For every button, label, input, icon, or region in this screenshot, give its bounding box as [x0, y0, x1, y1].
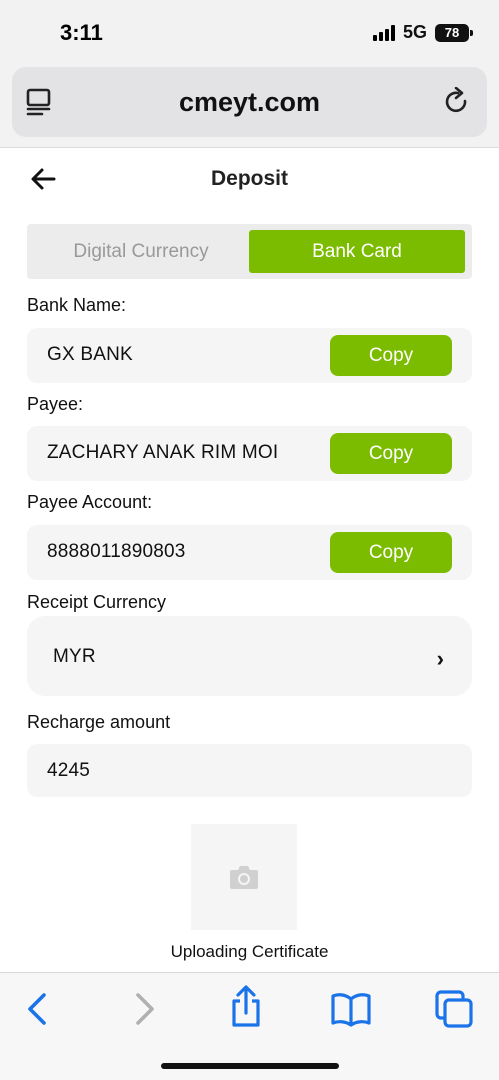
tab-digital-currency[interactable]: Digital Currency: [33, 230, 249, 273]
browser-forward-icon[interactable]: [124, 989, 164, 1029]
bookmarks-icon[interactable]: [330, 989, 372, 1029]
payee-field: ZACHARY ANAK RIM MOI Copy: [27, 426, 472, 481]
bank-name-field: GX BANK Copy: [27, 328, 472, 383]
address-bar[interactable]: cmeyt.com: [12, 67, 487, 137]
status-time: 3:11: [60, 20, 103, 45]
upload-certificate-button[interactable]: [191, 824, 297, 930]
tab-bank-card[interactable]: Bank Card: [249, 230, 465, 273]
browser-back-icon[interactable]: [18, 989, 58, 1029]
bank-name-label: Bank Name:: [27, 295, 127, 315]
reload-icon[interactable]: [443, 87, 471, 117]
cellular-signal-icon: [372, 24, 395, 41]
status-bar: 3:11 5G 78: [0, 0, 499, 64]
url-text[interactable]: cmeyt.com: [12, 87, 487, 118]
chevron-right-icon: ›: [436, 646, 444, 671]
battery-icon: 78: [435, 23, 473, 42]
network-type: 5G: [402, 22, 427, 42]
receipt-currency-select[interactable]: MYR ›: [27, 616, 472, 696]
recharge-amount-label: Recharge amount: [27, 712, 171, 732]
camera-icon: [230, 866, 258, 889]
payee-account-field: 8888011890803 Copy: [27, 525, 472, 580]
browser-address-area: cmeyt.com: [0, 64, 499, 148]
page-title: Deposit: [210, 167, 288, 190]
receipt-currency-label: Receipt Currency: [27, 592, 167, 612]
home-indicator: [161, 1063, 339, 1069]
bank-name-value: GX BANK: [47, 344, 133, 365]
tabs-overview-icon[interactable]: [434, 989, 474, 1029]
payee-account-value: 8888011890803: [47, 541, 186, 562]
receipt-currency-value: MYR: [53, 646, 96, 667]
status-indicators: 5G 78: [372, 22, 473, 43]
copy-bank-name-button[interactable]: Copy: [330, 335, 452, 376]
payee-value: ZACHARY ANAK RIM MOI: [47, 442, 279, 463]
payee-account-label: Payee Account:: [27, 492, 153, 512]
share-icon[interactable]: [226, 985, 266, 1029]
copy-payee-account-button[interactable]: Copy: [330, 532, 452, 573]
recharge-amount-value: 4245: [47, 760, 91, 781]
upload-certificate-label: Uploading Certificate: [170, 942, 329, 961]
payee-label: Payee:: [27, 394, 84, 414]
deposit-method-tabs: Digital Currency Bank Card: [27, 224, 472, 279]
recharge-amount-input[interactable]: 4245: [27, 744, 472, 797]
copy-payee-button[interactable]: Copy: [330, 433, 452, 474]
page-header: Deposit: [0, 149, 499, 211]
